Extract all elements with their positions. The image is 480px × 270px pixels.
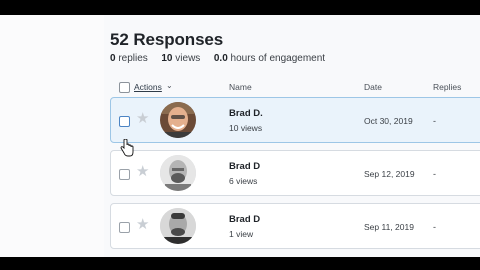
reply-count: - — [433, 222, 436, 232]
response-date: Oct 30, 2019 — [364, 116, 413, 126]
chevron-down-icon[interactable]: ⌄ — [166, 81, 173, 90]
table-row[interactable]: ★ Brad D. 10 views Oct 30, 2019 - — [110, 97, 480, 143]
views-label: views — [175, 53, 201, 64]
row-checkbox[interactable] — [119, 116, 130, 127]
replies-count: 0 — [110, 53, 116, 64]
top-letterbox — [0, 0, 480, 15]
table-row[interactable]: ★ Brad D 1 view Sep 11, 2019 - — [110, 203, 480, 249]
respondent-views: 10 views — [229, 123, 263, 133]
hand-pointer-icon — [120, 139, 134, 157]
row-checkbox[interactable] — [119, 222, 130, 233]
reply-count: - — [433, 116, 436, 126]
respondent-name[interactable]: Brad D — [229, 161, 260, 172]
select-all-checkbox[interactable] — [119, 82, 130, 93]
reply-count: - — [433, 169, 436, 179]
column-header-replies[interactable]: Replies — [433, 82, 461, 92]
star-icon[interactable]: ★ — [136, 215, 149, 233]
avatar — [160, 155, 196, 191]
engagement-stats: 0 replies 10 views 0.0 hours of engageme… — [110, 53, 325, 64]
star-icon[interactable]: ★ — [136, 109, 149, 127]
row-checkbox[interactable] — [119, 169, 130, 180]
replies-label: replies — [118, 53, 148, 64]
hours-count: 0.0 — [213, 53, 228, 64]
respondent-views: 1 view — [229, 229, 254, 239]
bottom-letterbox — [0, 257, 480, 270]
respondent-views: 6 views — [229, 176, 258, 186]
hours-label: hours of engagement — [230, 53, 326, 64]
star-icon[interactable]: ★ — [136, 162, 149, 180]
response-date: Sep 12, 2019 — [364, 169, 415, 179]
avatar — [160, 102, 196, 138]
actions-menu[interactable]: Actions — [134, 82, 162, 92]
table-row[interactable]: ★ Brad D 6 views Sep 12, 2019 - — [110, 150, 480, 196]
left-gutter — [0, 15, 104, 257]
avatar — [160, 208, 196, 244]
views-count: 10 — [161, 53, 173, 64]
column-header-name[interactable]: Name — [229, 82, 252, 92]
respondent-name[interactable]: Brad D — [229, 214, 260, 225]
column-header-date[interactable]: Date — [364, 82, 382, 92]
response-date: Sep 11, 2019 — [364, 222, 414, 232]
page-title: 52 Responses — [110, 30, 224, 49]
respondent-name[interactable]: Brad D. — [229, 108, 263, 119]
responses-page: 52 Responses 0 replies 10 views 0.0 hour… — [0, 15, 480, 257]
